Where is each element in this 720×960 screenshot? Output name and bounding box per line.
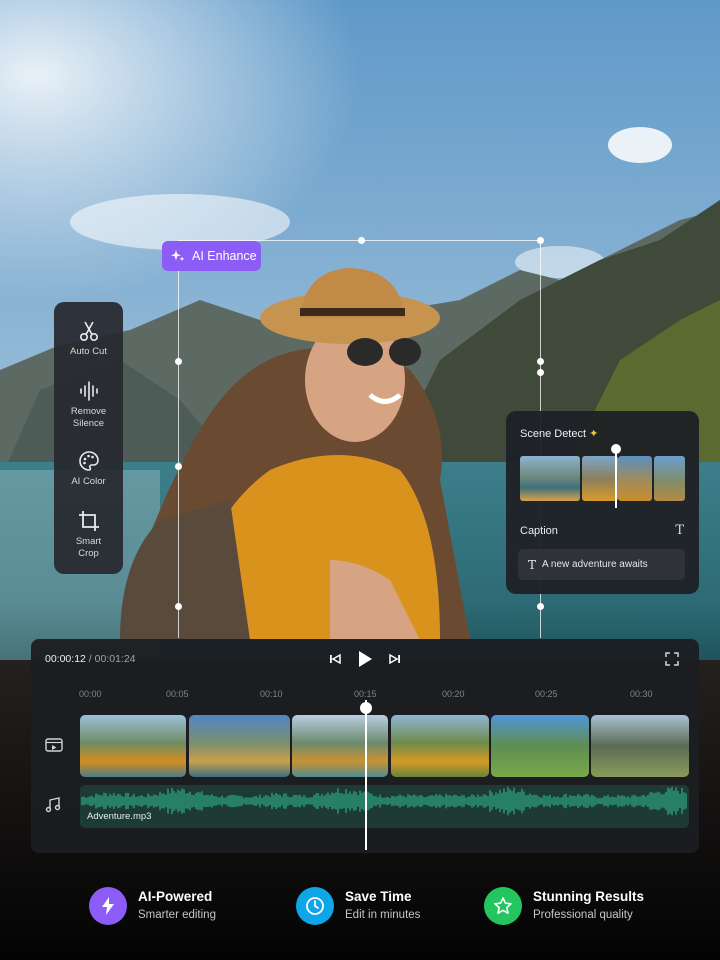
play-icon[interactable] (357, 650, 373, 668)
playhead-handle[interactable] (360, 702, 372, 714)
caption-text: A new adventure awaits (542, 559, 648, 570)
tool-label: AI Color (71, 476, 106, 487)
feature-subtitle: Edit in minutes (345, 909, 421, 921)
audio-waveform (81, 786, 687, 816)
resize-handle[interactable] (537, 369, 544, 376)
ruler-tick: 00:10 (260, 689, 283, 699)
feature-title: Stunning Results (533, 889, 644, 904)
tool-label: Smart Crop (75, 536, 102, 559)
resize-handle[interactable] (175, 603, 182, 610)
resize-handle[interactable] (175, 463, 182, 470)
timeline-playhead[interactable] (365, 700, 367, 850)
ruler-tick: 00:00 (79, 689, 102, 699)
video-clip[interactable] (591, 715, 689, 777)
caption-field[interactable]: T A new adventure awaits (518, 549, 685, 580)
text-icon: T (528, 557, 537, 572)
waveform-icon (79, 381, 98, 401)
video-clip[interactable] (189, 715, 290, 777)
ai-enhance-label: AI Enhance (192, 249, 257, 263)
ruler-tick: 00:05 (166, 689, 189, 699)
audio-track[interactable]: Adventure.mp3 (80, 785, 689, 828)
lightning-icon (89, 887, 127, 925)
tool-smart-crop[interactable]: Smart Crop (54, 510, 123, 559)
scene-playhead-knob[interactable] (611, 444, 621, 454)
resize-handle[interactable] (358, 237, 365, 244)
tool-label: Auto Cut (70, 346, 107, 357)
resize-handle[interactable] (537, 603, 544, 610)
timecode: 00:00:12 / 00:01:24 (45, 653, 136, 665)
scene-detect-title: Scene Detect ✦ (520, 428, 599, 440)
scene-thumbnail[interactable] (654, 456, 685, 501)
scene-detect-panel: Scene Detect ✦ Caption T T A new adventu… (506, 411, 699, 594)
clock-icon (296, 887, 334, 925)
ruler-tick: 00:15 (354, 689, 377, 699)
ai-enhance-button[interactable]: AI Enhance (162, 241, 261, 271)
ruler-tick: 00:30 (630, 689, 653, 699)
scene-thumbnails[interactable] (520, 444, 685, 508)
scene-thumbnail[interactable] (618, 456, 652, 501)
caption-title: Caption (520, 525, 558, 537)
crop-icon (78, 511, 99, 531)
resize-handle[interactable] (537, 358, 544, 365)
audio-file-name: Adventure.mp3 (87, 811, 152, 822)
resize-handle[interactable] (537, 237, 544, 244)
music-note-icon (45, 797, 61, 813)
fullscreen-icon[interactable] (665, 652, 679, 666)
tool-auto-cut[interactable]: Auto Cut (54, 320, 123, 358)
star-icon (484, 887, 522, 925)
tools-panel: Auto Cut Remove Silence AI Color Smart C… (54, 302, 123, 574)
tool-label: Remove Silence (70, 406, 107, 429)
scissors-icon (79, 321, 98, 342)
feature-title: AI-Powered (138, 889, 213, 904)
video-clip[interactable] (491, 715, 589, 777)
palette-icon (78, 451, 99, 471)
ruler-tick: 00:20 (442, 689, 465, 699)
scene-thumbnail[interactable] (582, 456, 618, 501)
skip-forward-icon[interactable] (388, 652, 402, 666)
ruler-tick: 00:25 (535, 689, 558, 699)
text-icon[interactable]: T (675, 523, 684, 538)
scene-playhead[interactable] (615, 446, 617, 508)
video-clip[interactable] (391, 715, 489, 777)
feature-subtitle: Smarter editing (138, 909, 216, 921)
feature-title: Save Time (345, 889, 412, 904)
skip-back-icon[interactable] (328, 652, 342, 666)
resize-handle[interactable] (175, 358, 182, 365)
video-track[interactable] (80, 715, 689, 777)
sparkles-icon (171, 250, 185, 262)
scene-thumbnail[interactable] (520, 456, 580, 501)
feature-subtitle: Professional quality (533, 909, 633, 921)
video-clip[interactable] (80, 715, 186, 777)
video-clip[interactable] (292, 715, 388, 777)
sparkle-icon: ✦ (589, 428, 599, 440)
video-track-icon (45, 738, 63, 752)
tool-remove-silence[interactable]: Remove Silence (54, 380, 123, 429)
selection-box[interactable] (178, 240, 541, 638)
tool-ai-color[interactable]: AI Color (54, 450, 123, 488)
